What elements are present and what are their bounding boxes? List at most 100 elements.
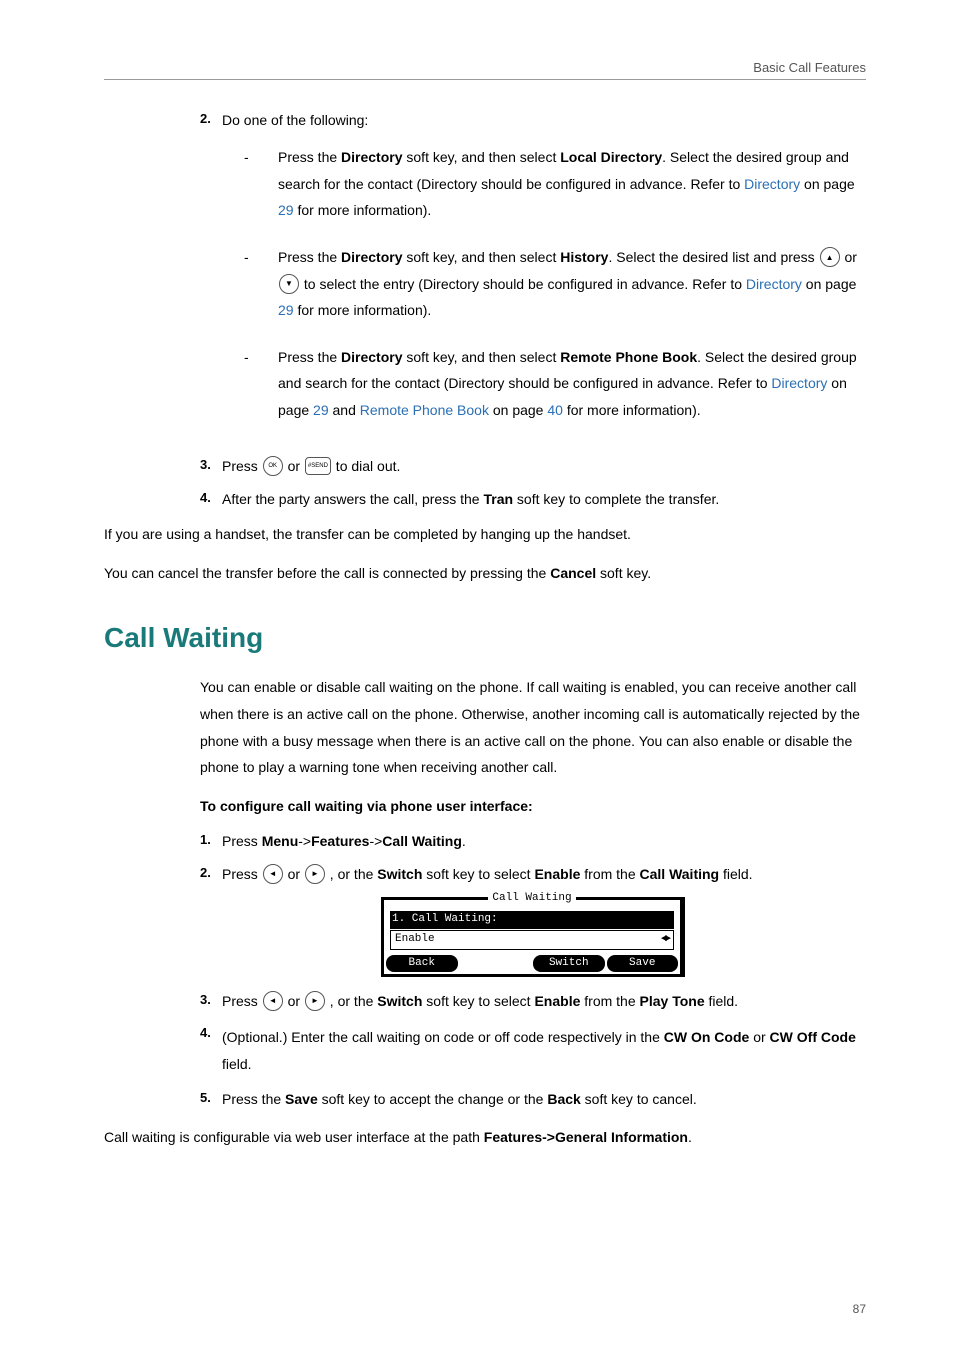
step-number: 4. [200, 489, 222, 509]
text: for more information). [563, 402, 701, 418]
left-arrow-icon: ◄ [263, 864, 283, 884]
dash: - [244, 344, 278, 424]
page-link[interactable]: 29 [278, 202, 294, 218]
right-arrow-icon: ► [305, 991, 325, 1011]
web-path-note: Call waiting is configurable via web use… [104, 1124, 866, 1151]
enable-label: Enable [534, 993, 580, 1009]
step-number: 2. [200, 110, 222, 444]
cancel-note: You can cancel the transfer before the c… [104, 560, 866, 587]
save-label: Save [285, 1091, 318, 1107]
call-waiting-field-label: Call Waiting [640, 866, 720, 882]
down-arrow-icon: ▼ [279, 274, 299, 294]
text: or [284, 458, 304, 474]
history-label: History [560, 249, 608, 265]
text: Press [222, 866, 262, 882]
step-number: 3. [200, 991, 222, 1012]
text: from the [580, 993, 639, 1009]
page-link[interactable]: 29 [313, 402, 329, 418]
call-waiting-screenshot: Call Waiting 1. Call Waiting: Enable ◄► … [381, 897, 685, 977]
directory-link[interactable]: Directory [746, 276, 802, 292]
right-arrow-icon: ► [305, 864, 325, 884]
enable-label: Enable [534, 866, 580, 882]
text: Press the [278, 249, 341, 265]
text: You can cancel the transfer before the c… [104, 565, 550, 581]
step-number: 3. [200, 456, 222, 477]
sub-bullet-1: - Press the Directory soft key, and then… [244, 144, 866, 224]
text: soft key, and then select [403, 149, 561, 165]
directory-link[interactable]: Directory [744, 176, 800, 192]
text: soft key, and then select [403, 349, 561, 365]
text: Press [222, 458, 262, 474]
text: and [329, 402, 360, 418]
step-number: 2. [200, 864, 222, 885]
directory-link[interactable]: Directory [771, 375, 827, 391]
switch-label: Switch [377, 866, 422, 882]
cw-step-4: 4. (Optional.) Enter the call waiting on… [200, 1024, 866, 1077]
text: or [841, 249, 857, 265]
step-number: 5. [200, 1089, 222, 1109]
text: , or the [326, 866, 377, 882]
back-label: Back [547, 1091, 580, 1107]
dash: - [244, 244, 278, 324]
screen-title: Call Waiting [488, 892, 575, 904]
text: soft key to accept the change or the [318, 1091, 548, 1107]
text: for more information). [294, 202, 432, 218]
switch-softkey: Switch [533, 955, 605, 972]
text: . [462, 833, 466, 849]
text: (Optional.) Enter the call waiting on co… [222, 1029, 664, 1045]
text: Press [222, 833, 262, 849]
page-link[interactable]: 40 [547, 402, 563, 418]
text: Press [222, 993, 262, 1009]
up-arrow-icon: ▲ [820, 247, 840, 267]
hash-send-button-icon: #SEND [305, 457, 331, 475]
text: . Select the desired list and press [608, 249, 818, 265]
play-tone-field-label: Play Tone [640, 993, 705, 1009]
text: field. [719, 866, 752, 882]
text: to select the entry (Directory should be… [300, 276, 746, 292]
dash: - [244, 144, 278, 224]
screen-input: Enable ◄► [390, 930, 674, 950]
arrow: -> [369, 833, 382, 849]
text: for more information). [294, 302, 432, 318]
screen-row-highlight: 1. Call Waiting: [390, 911, 674, 929]
arrow: -> [298, 833, 311, 849]
features-label: Features [311, 833, 369, 849]
step-4: 4. After the party answers the call, pre… [200, 489, 866, 509]
empty-softkey: . [460, 955, 532, 972]
text: Press the [278, 149, 341, 165]
left-arrow-icon: ◄ [263, 991, 283, 1011]
remote-phone-book-label: Remote Phone Book [560, 349, 697, 365]
text: soft key, and then select [403, 249, 561, 265]
cancel-label: Cancel [550, 565, 596, 581]
configure-heading: To configure call waiting via phone user… [200, 793, 866, 820]
handset-note: If you are using a handset, the transfer… [104, 521, 866, 548]
text: from the [580, 866, 639, 882]
call-waiting-description: You can enable or disable call waiting o… [200, 674, 866, 780]
sub-bullet-3: - Press the Directory soft key, and then… [244, 344, 866, 424]
text: on page [489, 402, 547, 418]
cw-step-1: 1. Press Menu->Features->Call Waiting. [200, 831, 866, 851]
text: soft key to complete the transfer. [513, 491, 719, 507]
remote-phone-book-link[interactable]: Remote Phone Book [360, 402, 489, 418]
text: soft key to cancel. [581, 1091, 697, 1107]
page-header: Basic Call Features [104, 60, 866, 80]
page-link[interactable]: 29 [278, 302, 294, 318]
step-number: 1. [200, 831, 222, 851]
cw-step-2: 2. Press ◄ or ► , or the Switch soft key… [200, 864, 866, 885]
cw-step-3: 3. Press ◄ or ► , or the Switch soft key… [200, 991, 866, 1012]
page-number: 87 [853, 1302, 866, 1316]
directory-label: Directory [341, 149, 402, 165]
screen-value: Enable [395, 932, 435, 948]
directory-label: Directory [341, 249, 402, 265]
back-softkey: Back [386, 955, 458, 972]
text: , or the [326, 993, 377, 1009]
text: or [284, 993, 304, 1009]
call-waiting-heading: Call Waiting [104, 622, 866, 654]
step-3: 3. Press OK or #SEND to dial out. [200, 456, 866, 477]
sub-bullet-2: - Press the Directory soft key, and then… [244, 244, 866, 324]
text: on page [800, 176, 855, 192]
text: or [284, 866, 304, 882]
text: field. [222, 1056, 252, 1072]
call-waiting-label: Call Waiting [382, 833, 462, 849]
menu-label: Menu [262, 833, 299, 849]
